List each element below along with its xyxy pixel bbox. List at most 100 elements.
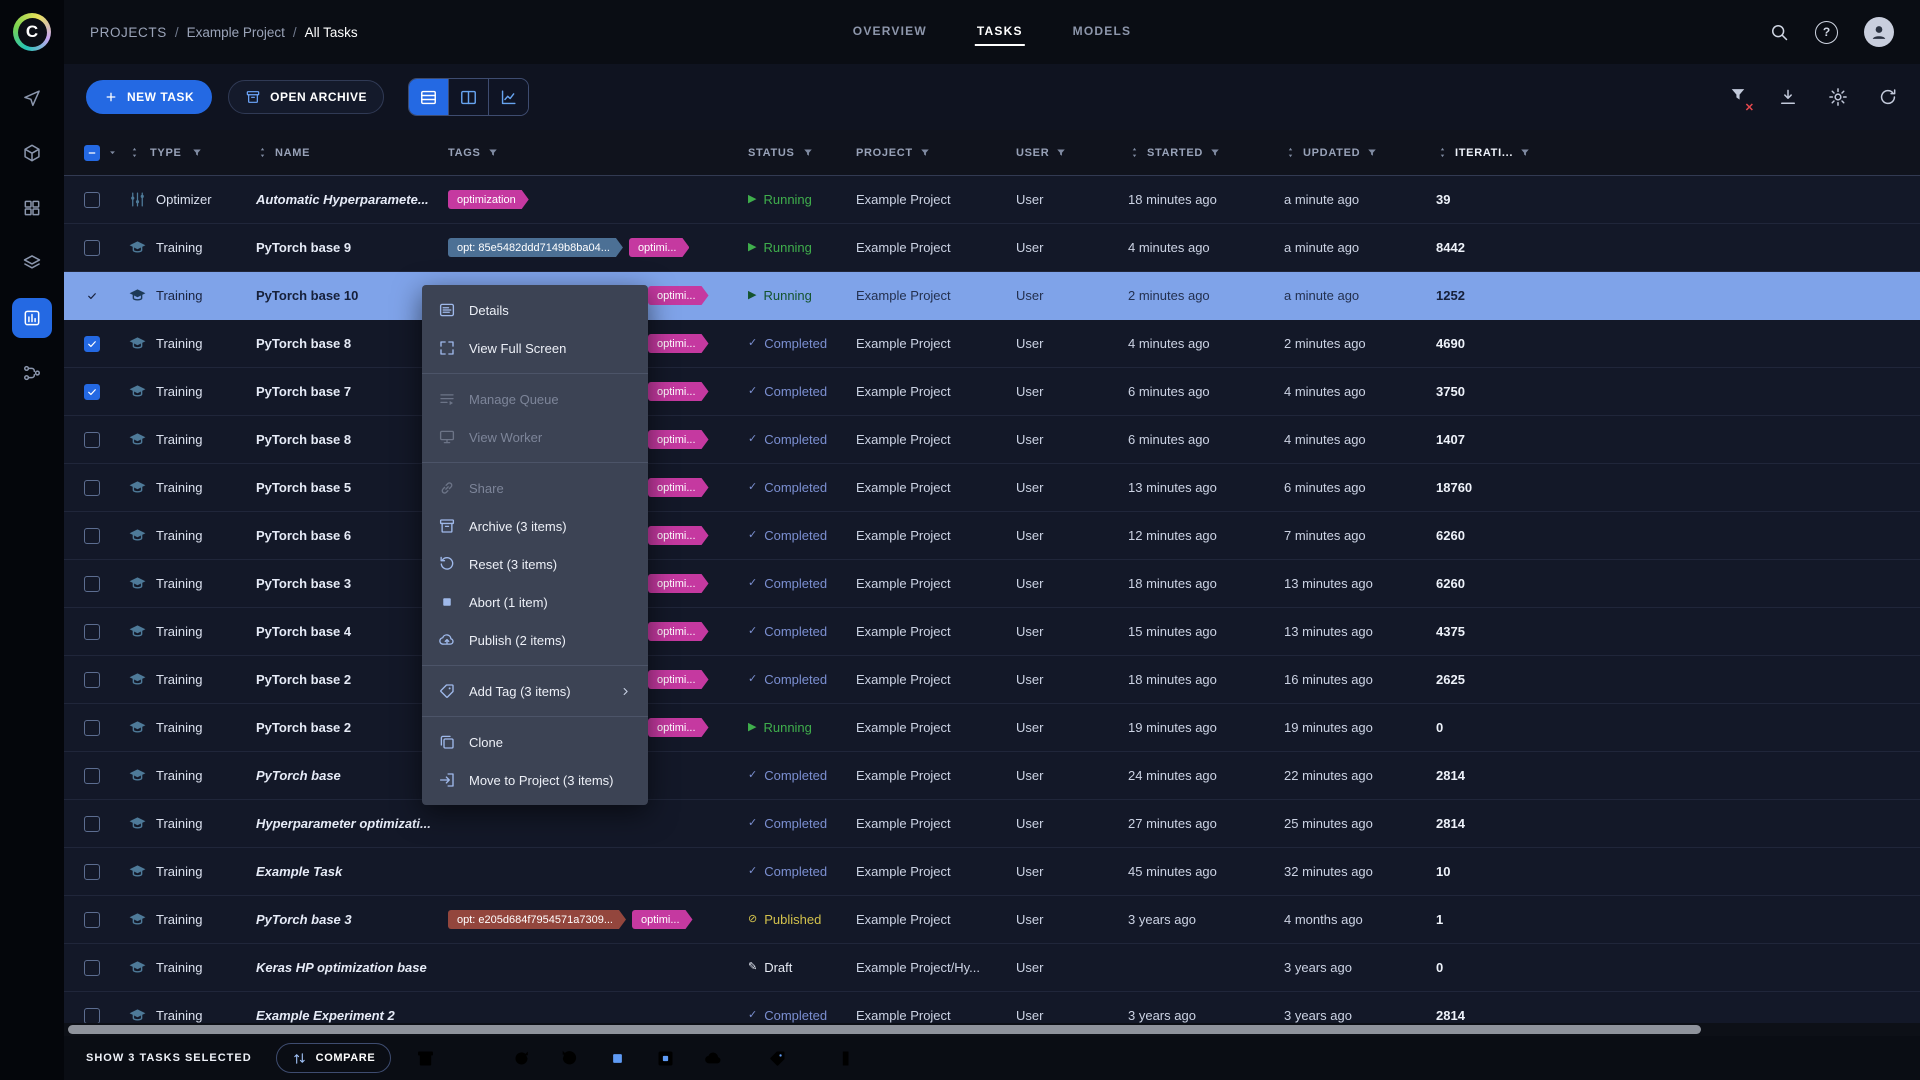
menu-item-abort[interactable]: Abort (1 item) <box>422 583 648 621</box>
table-row[interactable]: TrainingPyTorch base 7optimi...✓Complete… <box>64 368 1920 416</box>
column-header-status[interactable]: STATUS <box>748 147 856 159</box>
horizontal-scrollbar[interactable] <box>64 1023 1920 1036</box>
menu-item-reset[interactable]: Reset (3 items) <box>422 545 648 583</box>
auto-refresh-button[interactable] <box>1878 87 1898 107</box>
task-name[interactable]: PyTorch base 6 <box>250 528 448 543</box>
task-name[interactable]: PyTorch base 9 <box>250 240 448 255</box>
table-row[interactable]: TrainingPyTorch base 8optimi...✓Complete… <box>64 416 1920 464</box>
row-checkbox[interactable] <box>84 384 100 400</box>
menu-item-archive[interactable]: Archive (3 items) <box>422 507 648 545</box>
row-checkbox[interactable] <box>84 864 100 880</box>
table-row[interactable]: TrainingPyTorch base✓CompletedExample Pr… <box>64 752 1920 800</box>
row-checkbox[interactable] <box>84 288 100 304</box>
abort-all-children-button[interactable] <box>655 1048 676 1069</box>
table-view-button[interactable] <box>409 79 449 115</box>
row-checkbox[interactable] <box>84 240 100 256</box>
reset-button[interactable] <box>559 1048 580 1069</box>
table-row[interactable]: TrainingPyTorch base 3optimi...✓Complete… <box>64 560 1920 608</box>
row-checkbox[interactable] <box>84 1008 100 1024</box>
row-checkbox[interactable] <box>84 192 100 208</box>
breadcrumb-item[interactable]: All Tasks <box>305 25 358 40</box>
table-row[interactable]: TrainingExample Task✓CompletedExample Pr… <box>64 848 1920 896</box>
add-tag-button[interactable] <box>767 1048 788 1069</box>
move-to-project-button[interactable] <box>831 1048 852 1069</box>
table-row[interactable]: TrainingPyTorch base 2optimi...✓Complete… <box>64 656 1920 704</box>
new-task-button[interactable]: NEW TASK <box>86 80 212 114</box>
menu-item-fullscreen[interactable]: View Full Screen <box>422 329 648 367</box>
tab-overview[interactable]: OVERVIEW <box>851 18 929 46</box>
sidebar-item-datasets[interactable] <box>12 243 52 283</box>
task-name[interactable]: PyTorch base <box>250 768 448 783</box>
row-checkbox[interactable] <box>84 768 100 784</box>
app-logo[interactable]: C <box>0 0 64 64</box>
sidebar-item-getting-started[interactable] <box>12 78 52 118</box>
task-name[interactable]: PyTorch base 10 <box>250 288 448 303</box>
sidebar-item-pipelines[interactable] <box>12 353 52 393</box>
table-row[interactable]: TrainingPyTorch base 5optimi...✓Complete… <box>64 464 1920 512</box>
task-name[interactable]: Automatic Hyperparamete... <box>250 192 448 207</box>
compare-button[interactable]: COMPARE <box>276 1043 392 1073</box>
menu-item-tag[interactable]: Add Tag (3 items) <box>422 672 648 710</box>
menu-item-clone[interactable]: Clone <box>422 723 648 761</box>
breadcrumb-item[interactable]: Example Project <box>187 25 285 40</box>
open-archive-button[interactable]: OPEN ARCHIVE <box>228 80 384 114</box>
tab-models[interactable]: MODELS <box>1071 18 1134 46</box>
column-header-updated[interactable]: UPDATED <box>1284 146 1436 159</box>
scrollbar-thumb[interactable] <box>68 1025 1701 1034</box>
column-header-started[interactable]: STARTED <box>1128 146 1284 159</box>
task-name[interactable]: PyTorch base 8 <box>250 336 448 351</box>
table-row[interactable]: OptimizerAutomatic Hyperparamete...optim… <box>64 176 1920 224</box>
column-header-user[interactable]: USER <box>1016 147 1128 159</box>
row-checkbox[interactable] <box>84 672 100 688</box>
task-name[interactable]: PyTorch base 3 <box>250 912 448 927</box>
table-row[interactable]: TrainingPyTorch base 4optimi...✓Complete… <box>64 608 1920 656</box>
archive-button[interactable] <box>415 1048 436 1069</box>
tab-tasks[interactable]: TASKS <box>975 18 1025 46</box>
column-header-name[interactable]: NAME <box>250 146 448 159</box>
sidebar-item-dashboards[interactable] <box>12 188 52 228</box>
publish-button[interactable] <box>703 1048 724 1069</box>
help-icon[interactable]: ? <box>1815 21 1838 44</box>
abort-button[interactable] <box>607 1048 628 1069</box>
task-name[interactable]: PyTorch base 5 <box>250 480 448 495</box>
column-header-project[interactable]: PROJECT <box>856 147 1016 159</box>
table-row[interactable]: TrainingPyTorch base 10optimi...▶Running… <box>64 272 1920 320</box>
task-name[interactable]: PyTorch base 7 <box>250 384 448 399</box>
task-name[interactable]: PyTorch base 4 <box>250 624 448 639</box>
settings-button[interactable] <box>1828 87 1848 107</box>
chart-view-button[interactable] <box>489 79 528 115</box>
breadcrumb-item[interactable]: PROJECTS <box>90 25 167 40</box>
task-name[interactable]: Example Experiment 2 <box>250 1008 448 1023</box>
task-name[interactable]: Keras HP optimization base <box>250 960 448 975</box>
sidebar-item-experiments[interactable] <box>12 298 52 338</box>
clear-filters-button[interactable]: ✕ <box>1728 85 1748 110</box>
row-checkbox[interactable] <box>84 336 100 352</box>
search-icon[interactable] <box>1769 22 1789 42</box>
user-avatar[interactable] <box>1864 17 1894 47</box>
row-checkbox[interactable] <box>84 816 100 832</box>
menu-item-details[interactable]: Details <box>422 291 648 329</box>
table-row[interactable]: TrainingPyTorch base 8optimi...✓Complete… <box>64 320 1920 368</box>
row-checkbox[interactable] <box>84 576 100 592</box>
task-name[interactable]: Hyperparameter optimizati... <box>250 816 448 831</box>
menu-item-move[interactable]: Move to Project (3 items) <box>422 761 648 799</box>
task-name[interactable]: Example Task <box>250 864 448 879</box>
row-checkbox[interactable] <box>84 624 100 640</box>
table-row[interactable]: TrainingPyTorch base 2optimi...▶RunningE… <box>64 704 1920 752</box>
row-checkbox[interactable] <box>84 432 100 448</box>
row-checkbox[interactable] <box>84 528 100 544</box>
task-name[interactable]: PyTorch base 8 <box>250 432 448 447</box>
row-checkbox[interactable] <box>84 912 100 928</box>
menu-item-publish[interactable]: Publish (2 items) <box>422 621 648 659</box>
select-all-checkbox[interactable] <box>84 145 100 161</box>
table-row[interactable]: TrainingKeras HP optimization base✎Draft… <box>64 944 1920 992</box>
split-view-button[interactable] <box>449 79 489 115</box>
column-header-tags[interactable]: TAGS <box>448 147 748 159</box>
row-checkbox[interactable] <box>84 720 100 736</box>
column-header-iter[interactable]: ITERATI... <box>1436 146 1576 159</box>
row-checkbox[interactable] <box>84 960 100 976</box>
table-row[interactable]: TrainingPyTorch base 3opt: e205d684f7954… <box>64 896 1920 944</box>
download-button[interactable] <box>1778 87 1798 107</box>
task-name[interactable]: PyTorch base 3 <box>250 576 448 591</box>
row-checkbox[interactable] <box>84 480 100 496</box>
